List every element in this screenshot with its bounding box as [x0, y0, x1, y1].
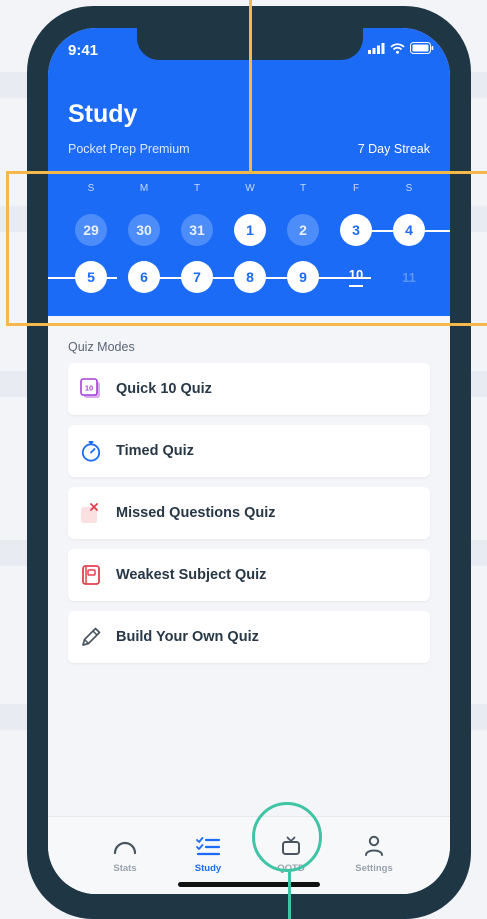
svg-text:10: 10 [85, 384, 93, 393]
tab-settings[interactable]: Settings [344, 835, 404, 874]
tab-label: Settings [355, 863, 393, 874]
quiz-mode-missed-questions[interactable]: Missed Questions Quiz [68, 487, 430, 539]
quick-10-icon: 10 [80, 378, 100, 398]
notebook-icon [82, 565, 100, 585]
battery-icon [410, 42, 434, 54]
status-icons [368, 42, 434, 54]
missed-x-icon [81, 503, 98, 523]
gauge-icon [113, 841, 137, 855]
quiz-mode-label: Build Your Own Quiz [116, 629, 259, 645]
quiz-mode-label: Missed Questions Quiz [116, 505, 276, 521]
tab-label: Study [194, 863, 222, 874]
highlight-connector-line [249, 0, 252, 171]
quiz-mode-label: Timed Quiz [116, 443, 194, 459]
stopwatch-icon [81, 441, 101, 462]
quiz-mode-label: Weakest Subject Quiz [116, 567, 267, 583]
qotd-connector-line [288, 872, 291, 919]
calendar-highlight-box [6, 171, 487, 326]
home-indicator [178, 882, 320, 887]
quiz-mode-weakest-subject[interactable]: Weakest Subject Quiz [68, 549, 430, 601]
subscription-label: Pocket Prep Premium [68, 142, 190, 156]
status-time: 9:41 [68, 42, 99, 59]
tab-study[interactable]: Study [178, 835, 238, 874]
quiz-mode-build-your-own[interactable]: Build Your Own Quiz [68, 611, 430, 663]
signal-icon [368, 42, 385, 54]
quiz-mode-quick-10[interactable]: 10 Quick 10 Quiz [68, 363, 430, 415]
user-icon [365, 835, 383, 856]
quiz-modes-label: Quiz Modes [68, 340, 135, 354]
page-title: Study [68, 100, 138, 128]
quiz-mode-timed[interactable]: Timed Quiz [68, 425, 430, 477]
quiz-mode-label: Quick 10 Quiz [116, 381, 212, 397]
pencil-icon [82, 627, 101, 646]
streak-label: 7 Day Streak [357, 142, 430, 156]
qotd-highlight-ring [252, 802, 322, 872]
checklist-icon [196, 837, 221, 856]
tab-stats[interactable]: Stats [95, 835, 155, 874]
wifi-icon [390, 42, 405, 54]
tab-label: Stats [113, 863, 137, 874]
